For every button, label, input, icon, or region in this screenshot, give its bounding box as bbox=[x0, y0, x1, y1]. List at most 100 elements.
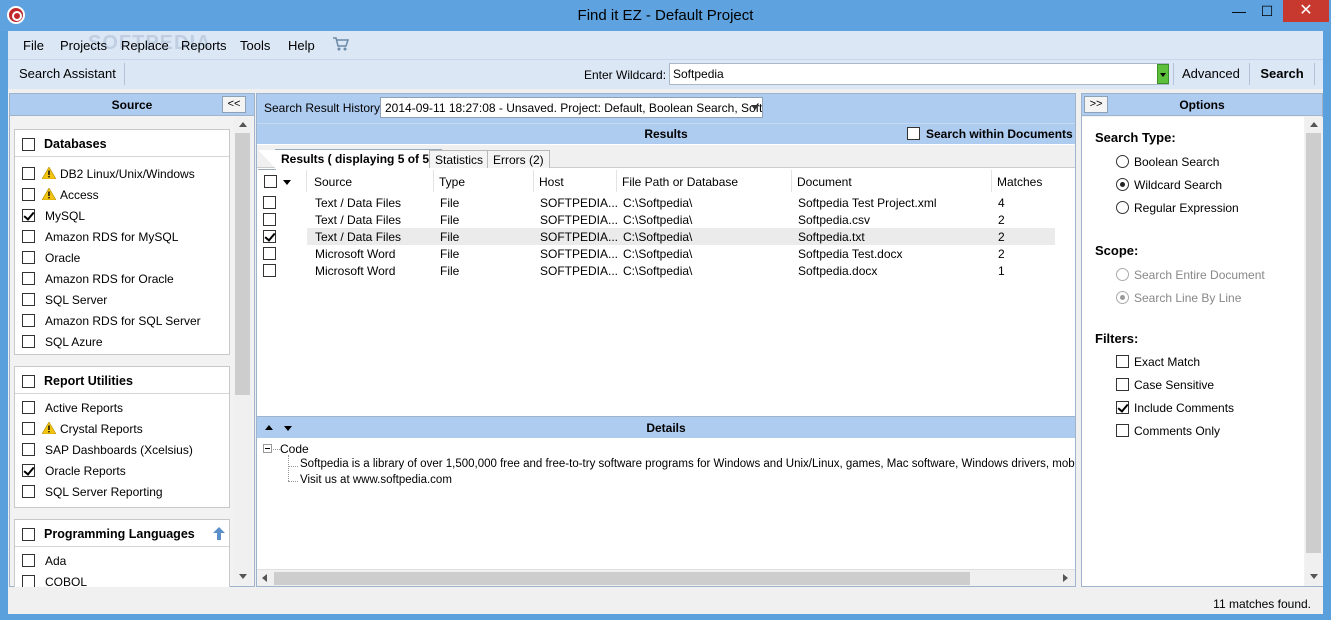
filter-checkbox[interactable] bbox=[1116, 378, 1129, 391]
filter-checkbox[interactable] bbox=[1116, 401, 1129, 414]
scroll-up-arrow-icon[interactable] bbox=[234, 117, 252, 133]
scroll-down-arrow-icon[interactable] bbox=[234, 568, 252, 584]
tree-collapse-icon[interactable] bbox=[263, 444, 272, 453]
source-item[interactable]: Access bbox=[15, 184, 229, 205]
source-item[interactable]: Oracle Reports bbox=[15, 460, 229, 481]
group-checkbox[interactable] bbox=[22, 528, 35, 541]
source-item-checkbox[interactable] bbox=[22, 314, 35, 327]
column-source[interactable]: Source bbox=[309, 170, 434, 192]
menu-help[interactable]: Help bbox=[288, 38, 315, 53]
scroll-up-arrow-icon[interactable] bbox=[1305, 117, 1323, 133]
row-checkbox[interactable] bbox=[263, 196, 276, 209]
search-button[interactable]: Search bbox=[1249, 63, 1315, 85]
tree-node-line[interactable]: Softpedia is a library of over 1,500,000… bbox=[300, 458, 1075, 470]
radio-button[interactable] bbox=[1116, 291, 1129, 304]
source-item-checkbox[interactable] bbox=[22, 335, 35, 348]
history-select[interactable]: 2014-09-11 18:27:08 - Unsaved. Project: … bbox=[380, 97, 763, 118]
source-item[interactable]: SAP Dashboards (Xcelsius) bbox=[15, 439, 229, 460]
source-item[interactable]: Active Reports bbox=[15, 397, 229, 418]
group-checkbox[interactable] bbox=[22, 375, 35, 388]
source-item-checkbox[interactable] bbox=[22, 401, 35, 414]
source-item[interactable]: Oracle bbox=[15, 247, 229, 268]
shopping-cart-icon[interactable] bbox=[333, 37, 349, 51]
tree-root-label[interactable]: Code bbox=[280, 442, 309, 456]
menu-file[interactable]: File bbox=[23, 38, 44, 53]
column-type[interactable]: Type bbox=[434, 170, 534, 192]
tab-statistics[interactable]: Statistics bbox=[429, 150, 490, 168]
table-row[interactable]: Text / Data Files File SOFTPEDIA... C:\Soft… bbox=[257, 194, 1075, 211]
source-item-checkbox[interactable] bbox=[22, 464, 35, 477]
scroll-thumb[interactable] bbox=[1306, 133, 1321, 553]
maximize-button[interactable]: ☐ bbox=[1253, 0, 1281, 22]
advanced-button[interactable]: Advanced bbox=[1173, 63, 1249, 85]
radio-button[interactable] bbox=[1116, 155, 1129, 168]
column-host[interactable]: Host bbox=[534, 170, 617, 192]
source-item-checkbox[interactable] bbox=[22, 209, 35, 222]
menu-reports[interactable]: Reports bbox=[181, 38, 227, 53]
source-item[interactable]: COBOL bbox=[15, 571, 229, 587]
filter-checkbox[interactable] bbox=[1116, 424, 1129, 437]
source-item[interactable]: Amazon RDS for SQL Server bbox=[15, 310, 229, 331]
source-item-checkbox[interactable] bbox=[22, 167, 35, 180]
source-item[interactable]: MySQL bbox=[15, 205, 229, 226]
source-item[interactable]: DB2 Linux/Unix/Windows bbox=[15, 163, 229, 184]
table-row[interactable]: Microsoft Word File SOFTPEDIA... C:\Softped… bbox=[257, 262, 1075, 279]
scroll-thumb[interactable] bbox=[274, 572, 970, 585]
wildcard-input[interactable]: Softpedia bbox=[669, 63, 1169, 85]
menu-projects[interactable]: Projects bbox=[60, 38, 107, 53]
source-item[interactable]: SQL Azure bbox=[15, 331, 229, 352]
source-item[interactable]: Amazon RDS for Oracle bbox=[15, 268, 229, 289]
table-row[interactable]: Text / Data Files File SOFTPEDIA... C:\Soft… bbox=[257, 211, 1075, 228]
search-assistant-button[interactable]: Search Assistant bbox=[11, 63, 125, 85]
details-horizontal-scrollbar[interactable] bbox=[257, 569, 1075, 586]
group-checkbox[interactable] bbox=[22, 138, 35, 151]
title-bar[interactable]: Find it EZ - Default Project — ☐ ✕ bbox=[0, 0, 1331, 31]
search-within-checkbox[interactable] bbox=[907, 127, 920, 140]
row-checkbox[interactable] bbox=[263, 264, 276, 277]
scroll-right-arrow-icon[interactable] bbox=[1063, 574, 1068, 582]
source-item-checkbox[interactable] bbox=[22, 443, 35, 456]
source-item-checkbox[interactable] bbox=[22, 422, 35, 435]
table-row[interactable]: Text / Data Files File SOFTPEDIA... C:\Soft… bbox=[257, 228, 1075, 245]
column-document[interactable]: Document bbox=[792, 170, 992, 192]
source-item[interactable]: Ada bbox=[15, 550, 229, 571]
source-item-checkbox[interactable] bbox=[22, 554, 35, 567]
scroll-down-arrow-icon[interactable] bbox=[1305, 568, 1323, 584]
close-button[interactable]: ✕ bbox=[1283, 0, 1329, 22]
scroll-left-arrow-icon[interactable] bbox=[262, 574, 267, 582]
source-item[interactable]: SQL Server bbox=[15, 289, 229, 310]
tree-node-line[interactable]: Visit us at www.softpedia.com bbox=[300, 474, 452, 486]
source-item-checkbox[interactable] bbox=[22, 272, 35, 285]
row-checkbox[interactable] bbox=[263, 230, 276, 243]
source-item[interactable]: Amazon RDS for MySQL bbox=[15, 226, 229, 247]
minimize-button[interactable]: — bbox=[1225, 0, 1253, 22]
options-expand-button[interactable]: >> bbox=[1084, 96, 1108, 113]
row-checkbox[interactable] bbox=[263, 213, 276, 226]
wildcard-dropdown-button[interactable] bbox=[1157, 64, 1169, 84]
select-all-header[interactable] bbox=[257, 170, 307, 192]
source-item[interactable]: Crystal Reports bbox=[15, 418, 229, 439]
move-up-icon[interactable] bbox=[213, 527, 225, 540]
row-checkbox[interactable] bbox=[263, 247, 276, 260]
source-scrollbar[interactable] bbox=[234, 117, 252, 586]
radio-button[interactable] bbox=[1116, 178, 1129, 191]
scroll-thumb[interactable] bbox=[235, 133, 250, 395]
source-item-checkbox[interactable] bbox=[22, 293, 35, 306]
source-item-checkbox[interactable] bbox=[22, 251, 35, 264]
source-item[interactable]: SQL Server Reporting bbox=[15, 481, 229, 502]
column-file-path[interactable]: File Path or Database bbox=[617, 170, 792, 192]
filter-checkbox[interactable] bbox=[1116, 355, 1129, 368]
source-item-checkbox[interactable] bbox=[22, 575, 35, 587]
menu-replace[interactable]: Replace bbox=[121, 38, 169, 53]
chevron-down-icon[interactable] bbox=[283, 180, 291, 185]
radio-button[interactable] bbox=[1116, 201, 1129, 214]
tab-errors[interactable]: Errors (2) bbox=[487, 150, 550, 168]
source-item-checkbox[interactable] bbox=[22, 188, 35, 201]
tab-results[interactable]: Results ( displaying 5 of 5 ) bbox=[257, 149, 443, 170]
options-scrollbar[interactable] bbox=[1305, 117, 1323, 586]
source-item-checkbox[interactable] bbox=[22, 485, 35, 498]
select-all-checkbox[interactable] bbox=[264, 175, 277, 188]
radio-button[interactable] bbox=[1116, 268, 1129, 281]
menu-tools[interactable]: Tools bbox=[240, 38, 270, 53]
source-collapse-button[interactable]: << bbox=[222, 96, 246, 113]
